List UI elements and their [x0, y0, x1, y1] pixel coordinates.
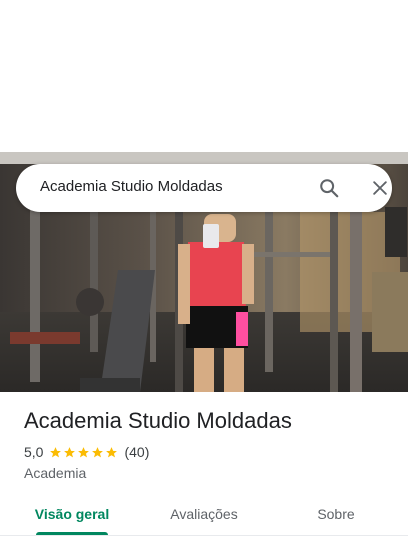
tab-bar: Visão geral Avaliações Sobre [0, 494, 408, 538]
tab-avaliacoes[interactable]: Avaliações [152, 494, 256, 538]
close-icon[interactable] [370, 178, 390, 198]
search-bar[interactable]: Academia Studio Moldadas [16, 164, 392, 212]
tab-sobre[interactable]: Sobre [284, 494, 388, 538]
rating-value: 5,0 [24, 444, 44, 460]
tabs-divider [0, 535, 408, 536]
review-count[interactable]: (40) [124, 444, 149, 460]
rating-row[interactable]: 5,0 (40) [24, 444, 149, 460]
rating-stars [49, 446, 119, 459]
star-icon [78, 446, 90, 457]
star-icon [50, 446, 62, 457]
search-input[interactable]: Academia Studio Moldadas [40, 178, 223, 195]
place-category: Academia [24, 465, 87, 481]
star-icon [92, 446, 104, 457]
star-icon [106, 446, 118, 457]
search-icon[interactable] [318, 177, 340, 199]
star-icon [64, 446, 76, 457]
place-title: Academia Studio Moldadas [24, 408, 292, 433]
